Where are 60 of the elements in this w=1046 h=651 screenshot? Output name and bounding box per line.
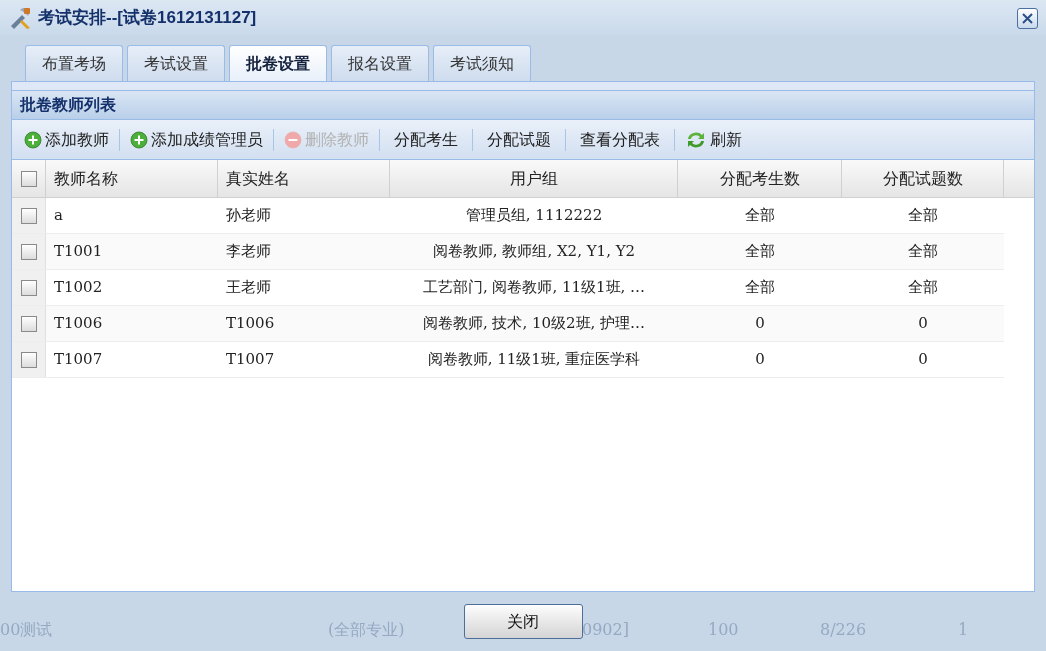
checkbox[interactable] xyxy=(20,315,37,332)
table-cell-text: 孙老师 xyxy=(226,205,271,227)
checkbox[interactable] xyxy=(20,351,37,368)
table-cell-text: T1006 xyxy=(54,313,103,335)
table-cell-text: a xyxy=(54,205,63,227)
column-header[interactable]: 真实姓名 xyxy=(218,160,390,197)
column-header[interactable]: 分配试题数 xyxy=(842,160,1004,197)
table-cell-text: 全部 xyxy=(908,241,938,263)
tab[interactable]: 考试设置 xyxy=(127,45,225,81)
table-cell-text: 全部 xyxy=(908,277,938,299)
table-cell-text: T1001 xyxy=(54,241,103,263)
tab[interactable]: 考试须知 xyxy=(433,45,531,81)
toolbar-button[interactable]: 添加成绩管理员 xyxy=(126,125,267,154)
plus-circle-icon xyxy=(24,130,42,149)
checkbox[interactable] xyxy=(20,207,37,224)
table-cell-text: 王老师 xyxy=(226,277,271,299)
table-cell-text: 管理员组, 1112222 xyxy=(465,205,603,227)
toolbar-button[interactable]: 添加教师 xyxy=(20,125,113,154)
panel-header: 批卷教师列表 xyxy=(12,90,1034,120)
table-cell-text: T1007 xyxy=(226,349,275,371)
minus-circle-icon xyxy=(284,130,302,149)
table-cell-text: 阅卷教师, 11级1班, 重症医学科 xyxy=(427,349,641,371)
tab[interactable]: 报名设置 xyxy=(331,45,429,81)
checkbox[interactable] xyxy=(20,279,37,296)
toolbar-button[interactable]: 分配试题 xyxy=(479,125,559,154)
tab[interactable]: 布置考场 xyxy=(25,45,123,81)
table-cell-text: T1006 xyxy=(226,313,275,335)
table-cell-text: 全部 xyxy=(745,205,775,227)
table-row[interactable]: T1001 李老师 阅卷教师, 教师组, X2, Y1, Y2 全部 全部 xyxy=(12,234,1004,270)
table-cell-text: 0 xyxy=(918,313,928,335)
toolbar-button[interactable]: 刷新 xyxy=(681,125,746,154)
window-title: 考试安排--[试卷1612131127] xyxy=(38,7,257,30)
close-dialog-button[interactable]: 关闭 xyxy=(463,604,583,639)
close-button[interactable] xyxy=(1017,7,1038,29)
table-cell-text: 全部 xyxy=(908,205,938,227)
toolbar-button[interactable]: 分配考生 xyxy=(386,125,466,154)
table-cell-text: 全部 xyxy=(745,241,775,263)
table-cell-text: 0 xyxy=(918,349,928,371)
tab[interactable]: 批卷设置 xyxy=(229,45,327,81)
table-row[interactable]: T1002 王老师 工艺部门, 阅卷教师, 11级1班, … 全部 全部 xyxy=(12,270,1004,306)
table-cell-text: 阅卷教师, 技术, 10级2班, 护理… xyxy=(422,313,646,335)
table-row[interactable]: T1006 T1006 阅卷教师, 技术, 10级2班, 护理… 0 0 xyxy=(12,306,1004,342)
table-row[interactable]: T1007 T1007 阅卷教师, 11级1班, 重症医学科 0 0 xyxy=(12,342,1004,378)
checkbox[interactable] xyxy=(20,170,37,187)
close-icon xyxy=(1022,12,1033,24)
checkbox[interactable] xyxy=(20,243,37,260)
column-header[interactable]: 用户组 xyxy=(390,160,678,197)
plus-circle-icon xyxy=(130,130,148,149)
table-cell-text: 阅卷教师, 教师组, X2, Y1, Y2 xyxy=(432,241,636,263)
toolbar-button[interactable]: 查看分配表 xyxy=(572,125,668,154)
column-header[interactable]: 分配考生数 xyxy=(678,160,842,197)
table-cell-text: T1002 xyxy=(54,277,103,299)
table-cell-text: 全部 xyxy=(745,277,775,299)
table-cell-text: 李老师 xyxy=(226,241,271,263)
column-header[interactable]: 教师名称 xyxy=(46,160,218,197)
table-row[interactable]: a 孙老师 管理员组, 1112222 全部 全部 xyxy=(12,198,1004,234)
table-cell-text: 0 xyxy=(755,313,765,335)
table-cell-text: 工艺部门, 阅卷教师, 11级1班, … xyxy=(422,277,646,299)
table-cell-text: T1007 xyxy=(54,349,103,371)
table-cell-text: 0 xyxy=(755,349,765,371)
